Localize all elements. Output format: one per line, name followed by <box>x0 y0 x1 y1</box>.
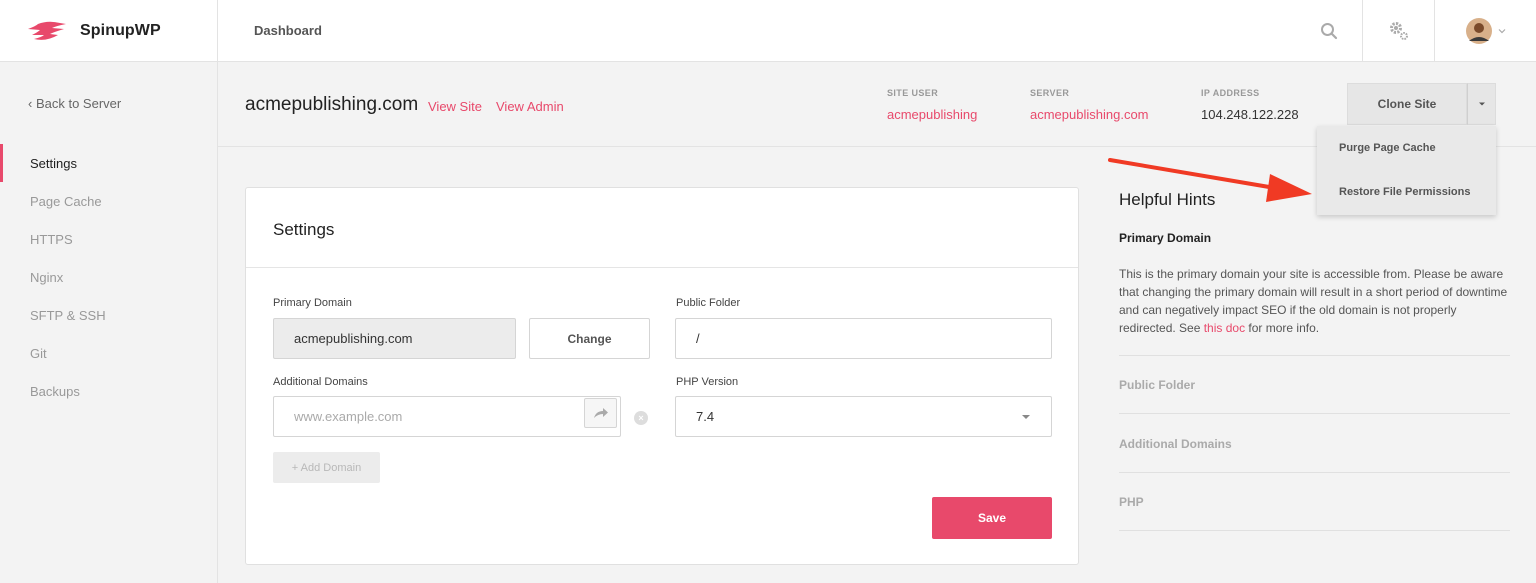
sidebar-item-backups[interactable]: Backups <box>0 372 217 410</box>
purge-page-cache-item[interactable]: Purge Page Cache <box>1317 126 1496 170</box>
additional-domain-input[interactable]: www.example.com <box>273 396 621 437</box>
gears-icon <box>1389 22 1408 40</box>
hint-php[interactable]: PHP <box>1119 495 1144 509</box>
sidebar-item-sftp-ssh[interactable]: SFTP & SSH <box>0 296 217 334</box>
chevron-down-icon <box>1498 29 1505 34</box>
site-actions-toggle[interactable] <box>1467 83 1496 125</box>
submit-domain-button[interactable] <box>584 398 617 428</box>
change-domain-button[interactable]: Change <box>529 318 650 359</box>
sidebar-item-nginx[interactable]: Nginx <box>0 258 217 296</box>
hint-additional-domains[interactable]: Additional Domains <box>1119 437 1232 451</box>
sidebar-item-git[interactable]: Git <box>0 334 217 372</box>
clone-site-button[interactable]: Clone Site <box>1347 83 1467 125</box>
search-icon <box>1321 23 1338 40</box>
additional-domain-placeholder: www.example.com <box>294 409 403 424</box>
back-to-server-link[interactable]: ‹ Back to Server <box>28 96 121 111</box>
site-domain-title: acmepublishing.com <box>245 94 419 115</box>
view-site-link[interactable]: View Site <box>428 99 482 114</box>
annotation-arrow-icon <box>1108 158 1312 202</box>
primary-domain-field: acmepublishing.com <box>273 318 516 359</box>
sidebar: ‹ Back to Server Settings Page Cache HTT… <box>0 62 218 583</box>
share-arrow-icon <box>593 408 608 418</box>
php-version-select[interactable]: 7.4 <box>675 396 1052 437</box>
hint-primary-domain-title[interactable]: Primary Domain <box>1119 231 1211 245</box>
caret-down-icon <box>1478 102 1485 106</box>
server-link[interactable]: acmepublishing.com <box>1030 107 1149 122</box>
public-folder-input[interactable]: / <box>675 318 1052 359</box>
sidebar-item-page-cache[interactable]: Page Cache <box>0 182 217 220</box>
hint-divider <box>1119 530 1510 531</box>
search-button[interactable] <box>1296 0 1362 62</box>
this-doc-link[interactable]: this doc <box>1204 321 1245 335</box>
avatar <box>1465 18 1492 44</box>
card-divider <box>246 267 1078 268</box>
back-link-label: Back to Server <box>35 96 122 111</box>
hint-divider <box>1119 355 1510 356</box>
public-folder-label: Public Folder <box>676 297 741 309</box>
remove-domain-icon[interactable]: × <box>634 411 648 425</box>
sidebar-item-https[interactable]: HTTPS <box>0 220 217 258</box>
settings-button[interactable] <box>1362 0 1434 62</box>
account-menu[interactable] <box>1434 0 1536 62</box>
page-title[interactable]: Dashboard <box>254 23 322 38</box>
settings-card: Settings Primary Domain acmepublishing.c… <box>245 187 1079 565</box>
hint-divider <box>1119 413 1510 414</box>
caret-down-icon <box>1022 414 1030 419</box>
primary-domain-label: Primary Domain <box>273 297 352 309</box>
hint-divider <box>1119 472 1510 473</box>
ip-address-label: IP ADDRESS <box>1201 88 1260 98</box>
hint-primary-domain-body: This is the primary domain your site is … <box>1119 265 1510 337</box>
add-domain-button[interactable]: + Add Domain <box>273 452 380 483</box>
hint-body-text-end: for more info. <box>1245 321 1320 335</box>
additional-domains-label: Additional Domains <box>273 376 368 388</box>
site-user-label: SITE USER <box>887 88 939 98</box>
settings-card-title: Settings <box>273 220 335 239</box>
hint-public-folder[interactable]: Public Folder <box>1119 378 1195 392</box>
php-version-label: PHP Version <box>676 376 739 388</box>
site-user-link[interactable]: acmepublishing <box>887 107 977 122</box>
spinupwp-logo-icon <box>28 21 66 40</box>
top-bar: SpinupWP Dashboard <box>0 0 1536 62</box>
save-button[interactable]: Save <box>932 497 1052 539</box>
site-actions-menu: Purge Page Cache Restore File Permission… <box>1317 126 1496 215</box>
brand-logo[interactable]: SpinupWP <box>0 0 218 62</box>
php-version-value: 7.4 <box>696 409 715 424</box>
brand-name: SpinupWP <box>80 22 161 39</box>
ip-address-value: 104.248.122.228 <box>1201 107 1299 122</box>
chevron-left-icon: ‹ <box>28 96 33 111</box>
view-admin-link[interactable]: View Admin <box>496 99 564 114</box>
sidebar-nav: Settings Page Cache HTTPS Nginx SFTP & S… <box>0 144 217 410</box>
server-label: SERVER <box>1030 88 1070 98</box>
restore-file-permissions-item[interactable]: Restore File Permissions <box>1317 170 1496 214</box>
sidebar-item-settings[interactable]: Settings <box>0 144 217 182</box>
